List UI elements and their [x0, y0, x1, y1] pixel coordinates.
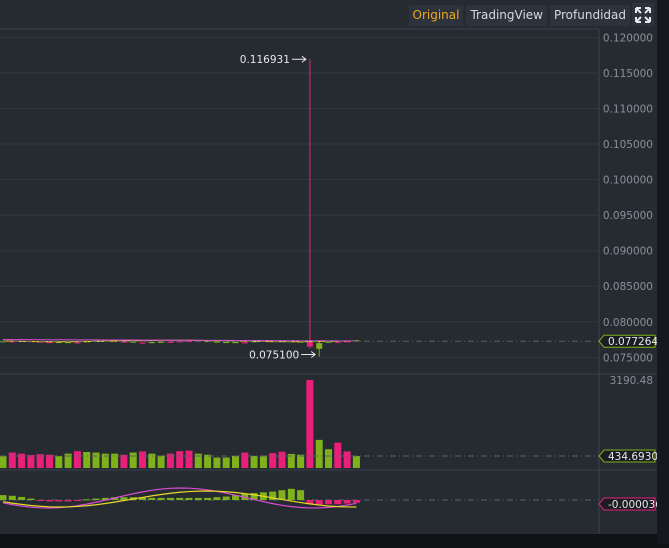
macd-histogram-bar — [343, 500, 351, 504]
volume-bar — [129, 452, 137, 468]
candle-body — [241, 342, 248, 344]
macd-histogram-bar — [148, 497, 156, 500]
bottom-bar — [0, 534, 657, 544]
high-price-label: 0.116931 — [240, 54, 290, 66]
macd-histogram-bar — [73, 500, 81, 501]
candle-body — [176, 341, 183, 343]
macd-histogram-bar — [287, 488, 295, 500]
volume-bar — [250, 455, 258, 468]
candle-body — [167, 341, 174, 343]
volume-bar — [157, 455, 165, 468]
volume-current-label: 434.6930 — [608, 451, 658, 463]
macd-current-label: -0.000036 — [608, 499, 662, 511]
price-tick-label: 0.105000 — [603, 139, 653, 151]
tab-profundidad[interactable]: Profundidad — [549, 5, 630, 26]
macd-histogram-bar — [27, 498, 35, 500]
candle-body — [46, 341, 53, 344]
volume-bar — [269, 453, 277, 468]
price-tick-label: 0.110000 — [603, 103, 653, 115]
volume-bar — [148, 453, 156, 468]
volume-bar — [232, 455, 239, 468]
volume-bar — [0, 456, 7, 468]
volume-bar — [204, 454, 212, 468]
tab-original[interactable]: Original — [408, 5, 464, 26]
volume-bar — [46, 454, 53, 468]
price-tick-label: 0.090000 — [603, 246, 653, 258]
candle-body — [139, 342, 146, 344]
candle-body — [158, 341, 165, 343]
volume-bar — [139, 451, 146, 468]
macd-histogram-bar — [325, 500, 332, 505]
volume-bar — [278, 451, 286, 468]
macd-histogram-bar — [0, 495, 7, 500]
volume-bar — [259, 455, 267, 468]
macd-histogram-bar — [213, 497, 221, 500]
fullscreen-button[interactable] — [632, 3, 654, 26]
macd-histogram-bar — [64, 500, 72, 502]
price-tick-label: 0.100000 — [603, 175, 653, 187]
macd-histogram-bar — [18, 496, 26, 500]
macd-histogram-bar — [92, 498, 100, 500]
volume-bar — [18, 453, 26, 468]
volume-bar — [334, 442, 342, 468]
chart-svg: 0.120000 0.115000 0.110000 0.105000 0.100000… — [0, 0, 662, 544]
price-tick-label: 0.075000 — [603, 352, 653, 364]
volume-bar — [73, 451, 81, 468]
macd-histogram-bar — [194, 497, 202, 500]
candle-body — [213, 341, 220, 343]
candle-body — [74, 342, 81, 344]
right-panel-edge — [657, 0, 669, 544]
macd-histogram-bar — [55, 500, 63, 502]
chart-view-toolbar: Original TradingView Profundidad — [408, 5, 630, 26]
volume-bar — [120, 454, 128, 468]
volume-bar — [325, 449, 332, 468]
low-price-label: 0.075100 — [249, 349, 299, 361]
price-tick-label: 0.085000 — [603, 281, 653, 293]
volume-bar — [241, 452, 249, 468]
volume-bar — [352, 456, 360, 468]
volume-max-label: 3190.48 — [610, 375, 653, 387]
price-tick-label: 0.115000 — [603, 68, 653, 80]
volume-bar — [8, 452, 16, 468]
volume-bar — [185, 450, 193, 468]
candle-body — [148, 341, 155, 344]
candle-body — [223, 341, 230, 344]
volume-bar — [55, 456, 63, 468]
macd-histogram-bar — [176, 497, 184, 500]
macd-histogram-bar — [222, 496, 230, 500]
volume-bar — [176, 451, 184, 468]
candle-body — [232, 341, 239, 344]
candle-body — [334, 341, 341, 343]
volume-bar — [27, 455, 35, 468]
current-price-label: 0.077264 — [608, 336, 658, 348]
price-tick-label: 0.080000 — [603, 317, 653, 329]
price-tick-label: 0.120000 — [603, 32, 653, 44]
macd-histogram-bar — [297, 490, 305, 500]
volume-bar — [83, 452, 91, 468]
macd-histogram-bar — [204, 497, 212, 500]
macd-histogram-bar — [36, 500, 44, 501]
expand-icon — [635, 6, 651, 23]
macd-histogram-bar — [185, 497, 193, 500]
volume-bar — [343, 451, 351, 468]
macd-histogram-bar — [166, 497, 174, 500]
volume-bar — [213, 457, 221, 468]
volume-bar — [222, 457, 230, 468]
volume-bar — [92, 452, 100, 468]
macd-histogram-bar — [83, 499, 91, 501]
chart-area[interactable]: 0.120000 0.115000 0.110000 0.105000 0.100000… — [0, 0, 669, 544]
volume-bar — [306, 380, 314, 468]
macd-histogram-bar — [334, 500, 342, 505]
volume-bar — [297, 454, 305, 468]
candle-body — [316, 343, 323, 349]
price-tick-label: 0.095000 — [603, 210, 653, 222]
macd-histogram-bar — [46, 500, 53, 502]
macd-histogram-bar — [8, 495, 16, 500]
macd-histogram-bar — [352, 500, 360, 503]
macd-histogram-bar — [157, 497, 165, 500]
tab-tradingview[interactable]: TradingView — [466, 5, 547, 26]
volume-bar — [315, 439, 323, 468]
